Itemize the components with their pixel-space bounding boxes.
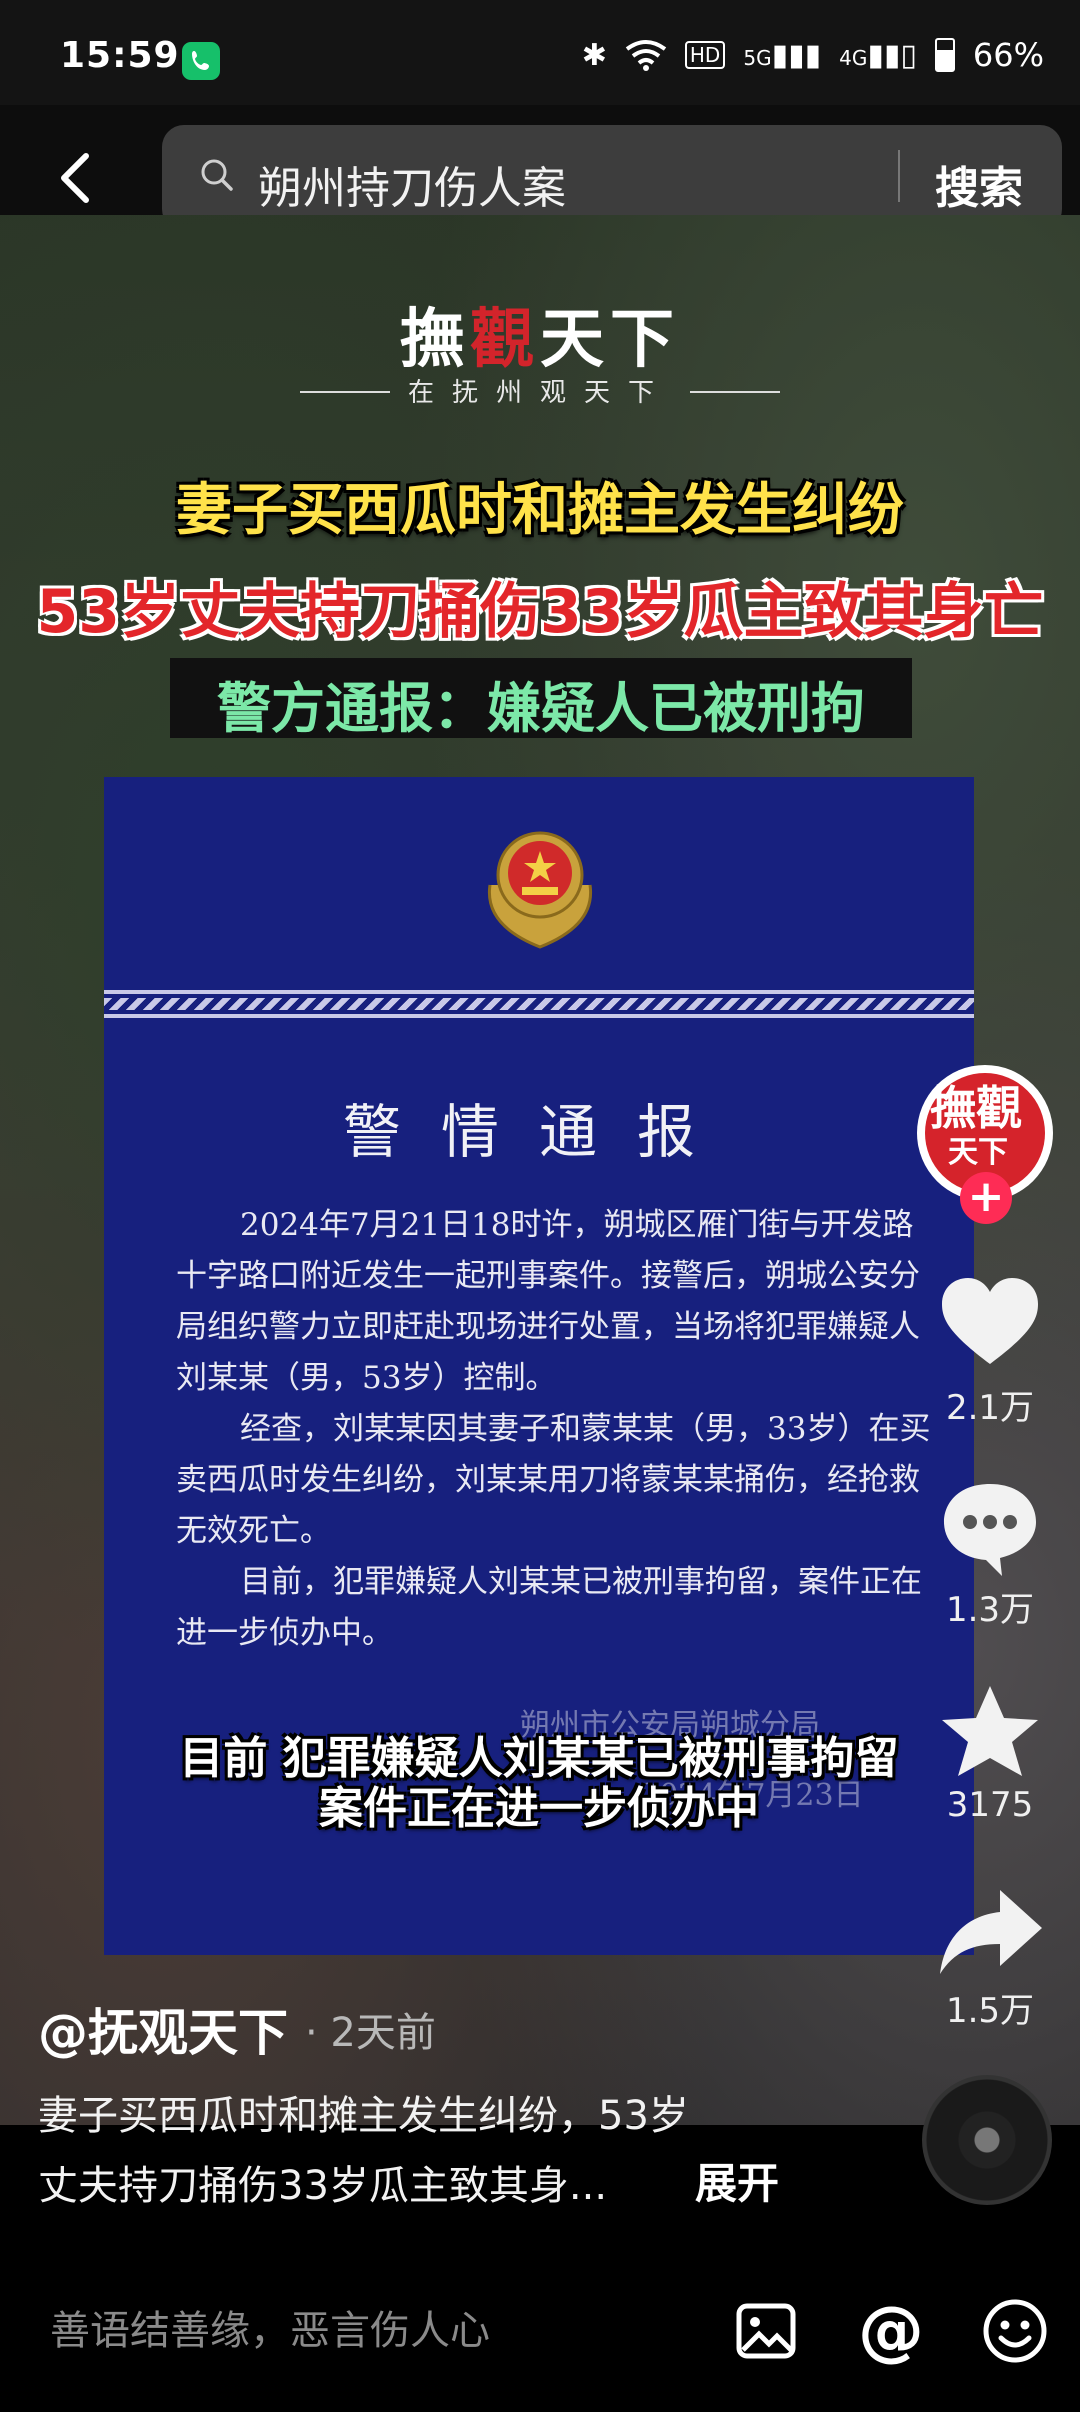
author-name[interactable]: @抚观天下 <box>38 1993 288 2065</box>
like-button[interactable] <box>930 1272 1050 1372</box>
logo-divider-right <box>690 391 780 393</box>
share-count: 1.5万 <box>945 1991 1035 2031</box>
search-input[interactable]: 朔州持刀伤人案 <box>258 152 566 216</box>
follow-button[interactable]: + <box>960 1172 1012 1224</box>
comment-count: 1.3万 <box>945 1590 1035 1630</box>
back-arrow-icon <box>61 153 89 203</box>
mention-icon[interactable]: @ <box>858 2292 924 2369</box>
channel-logo: 撫觀天下 <box>400 302 680 377</box>
share-button[interactable] <box>930 1882 1050 1982</box>
caption-text: 妻子买西瓜时和摊主发生纠纷，53岁 <box>38 2093 689 2139</box>
search-icon <box>200 158 234 192</box>
notice-body: 2024年7月21日18时许，朔城区雁门街与开发路十字路口附近发生一起刑事案件。… <box>176 1200 936 1659</box>
status-icons: ✱ HD 5G▮▮▮ 4G▮▮▯ 66% <box>582 36 1044 74</box>
battery-icon <box>934 38 955 72</box>
notice-paragraph: 经查，刘某某因其妻子和蒙某某（男，33岁）在买卖西瓜时发生纠纷，刘某某用刀将蒙某… <box>176 1411 931 1549</box>
notice-rule <box>104 1014 974 1018</box>
notice-title: 警情通报 <box>342 1098 735 1166</box>
phone-call-icon <box>182 42 220 80</box>
comment-button[interactable] <box>930 1478 1050 1578</box>
status-time: 15:59 <box>60 35 180 76</box>
video-headline-2: 53岁丈夫持刀捅伤33岁瓜主致其身亡 <box>36 577 1044 647</box>
emoji-icon[interactable] <box>982 2298 1048 2364</box>
share-arrow-icon <box>940 1890 1042 1974</box>
video-headline-3: 警方通报：嫌疑人已被刑拘 <box>217 677 865 740</box>
comment-input[interactable]: 善语结善缘，恶言伤人心 <box>50 2298 490 2356</box>
battery-percent: 66% <box>972 36 1044 74</box>
favorite-count: 3175 <box>946 1785 1034 1825</box>
expand-caption-link[interactable]: 展开 <box>695 2150 779 2211</box>
heart-icon <box>942 1278 1038 1364</box>
notice-rule-pattern <box>104 998 974 1010</box>
search-divider <box>898 150 900 202</box>
avatar-logo-text: 天下 <box>948 1135 1008 1170</box>
caption-text: 丈夫持刀捅伤33岁瓜主致其身... <box>38 2163 608 2209</box>
search-button[interactable]: 搜索 <box>935 152 1023 216</box>
video-headline-1: 妻子买西瓜时和摊主发生纠纷 <box>176 478 904 543</box>
police-badge-icon <box>470 815 610 955</box>
music-disc-icon[interactable] <box>922 2075 1052 2205</box>
hd-icon: HD <box>684 41 726 69</box>
image-icon[interactable] <box>735 2300 797 2362</box>
notice-rule <box>104 990 974 994</box>
wifi-icon <box>625 40 667 71</box>
bluetooth-icon: ✱ <box>581 37 607 73</box>
signal-5g-icon: 5G▮▮▮ <box>743 37 822 73</box>
star-icon <box>942 1686 1038 1776</box>
favorite-button[interactable] <box>930 1682 1050 1782</box>
signal-4g-icon: 4G▮▮▯ <box>839 37 917 73</box>
back-button[interactable] <box>48 148 108 208</box>
video-subtitle: 案件正在进一步侦办中 <box>319 1783 759 1834</box>
like-count: 2.1万 <box>945 1388 1035 1428</box>
notice-paragraph: 目前，犯罪嫌疑人刘某某已被刑事拘留，案件正在进一步侦办中。 <box>176 1564 922 1651</box>
post-time: · 2天前 <box>305 2010 436 2056</box>
logo-subtitle: 在抚州观天下 <box>407 378 672 408</box>
comment-icon <box>944 1484 1036 1576</box>
notice-paragraph: 2024年7月21日18时许，朔城区雁门街与开发路十字路口附近发生一起刑事案件。… <box>176 1207 920 1396</box>
